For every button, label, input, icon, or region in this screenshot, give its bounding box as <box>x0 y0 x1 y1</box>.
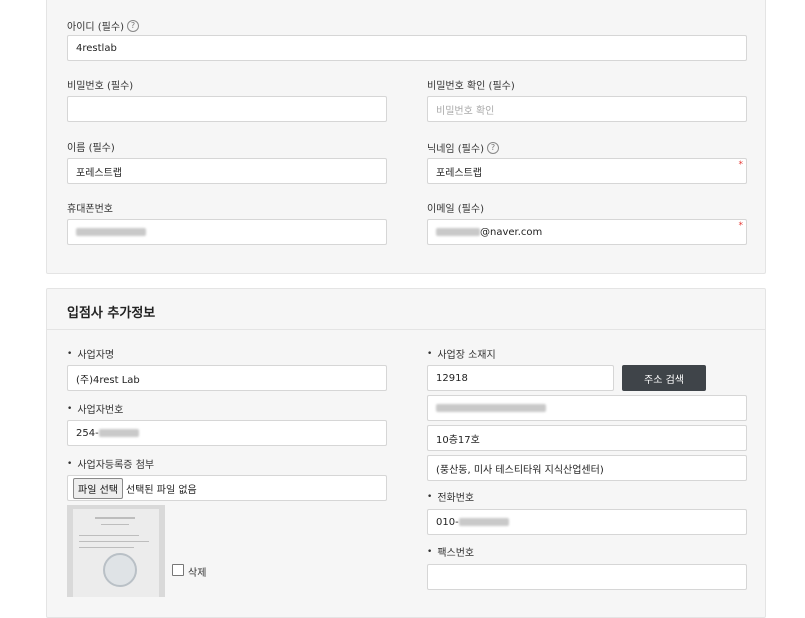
phone-input[interactable] <box>67 219 387 245</box>
phone-label: 휴대폰번호 <box>67 204 113 215</box>
email-redacted-local <box>436 228 480 236</box>
address-search-button[interactable]: 주소 검색 <box>622 365 706 391</box>
tel-prefix: 010- <box>436 516 459 528</box>
account-info-panel: 아이디 (필수) ? 4restlab 비밀번호 (필수) 비밀번호 확인 (필… <box>46 0 766 274</box>
id-help-icon[interactable]: ? <box>126 19 139 32</box>
business-info-panel: 입점사 추가정보 • 사업자명 (주)4rest Lab • 사업자번호 254… <box>46 288 766 618</box>
file-select-button[interactable]: 파일 선택 <box>73 477 123 499</box>
name-input[interactable]: 포레스트랩 <box>67 158 387 184</box>
email-domain: @naver.com <box>480 226 543 238</box>
address-extra-input[interactable]: (풍산동, 미사 테스티타워 지식산업센터) <box>427 455 747 481</box>
password-confirm-input[interactable]: 비밀번호 확인 <box>427 96 747 122</box>
nickname-label-text: 닉네임 (필수) <box>427 144 484 155</box>
tel-label-text: 전화번호 <box>437 493 475 504</box>
id-label-text: 아이디 (필수) <box>67 22 124 33</box>
business-number-prefix: 254- <box>76 427 99 439</box>
business-number-input[interactable]: 254- <box>67 420 387 446</box>
fax-label-text: 팩스번호 <box>437 548 475 559</box>
doc-line <box>79 547 134 548</box>
email-input[interactable]: @naver.com * <box>427 219 747 245</box>
bullet: • <box>67 403 73 414</box>
doc-line <box>95 517 135 519</box>
nickname-label: 닉네임 (필수) ? <box>427 140 499 155</box>
zipcode-value: 12918 <box>436 372 468 384</box>
registration-doc-label: • 사업자등록증 첨부 <box>67 456 155 472</box>
nickname-required-marker: * <box>738 160 744 170</box>
delete-checkbox[interactable] <box>172 564 184 576</box>
id-label: 아이디 (필수) ? <box>67 18 139 33</box>
document-seal <box>103 553 137 587</box>
doc-line <box>101 524 129 525</box>
delete-label: 삭제 <box>188 568 207 579</box>
doc-line <box>79 535 139 536</box>
business-number-redacted <box>98 429 139 437</box>
company-name-label: • 사업자명 <box>67 346 115 362</box>
section-title: 입점사 추가정보 <box>67 306 156 321</box>
address-extra-value: (풍산동, 미사 테스티타워 지식산업센터) <box>436 464 604 476</box>
business-number-label-text: 사업자번호 <box>77 405 124 416</box>
tel-input[interactable]: 010- <box>427 509 747 535</box>
file-upload-field: 파일 선택 선택된 파일 없음 <box>67 475 387 501</box>
address-label-text: 사업장 소재지 <box>437 350 496 361</box>
id-input[interactable]: 4restlab <box>67 35 747 61</box>
email-label: 이메일 (필수) <box>427 204 484 215</box>
name-label: 이름 (필수) <box>67 143 115 154</box>
tel-label: • 전화번호 <box>427 489 475 505</box>
company-name-label-text: 사업자명 <box>77 350 115 361</box>
name-input-value: 포레스트랩 <box>76 167 122 179</box>
nickname-input-value: 포레스트랩 <box>436 167 482 179</box>
document-image <box>73 509 159 597</box>
address-label: • 사업장 소재지 <box>427 346 496 362</box>
bullet: • <box>67 458 73 469</box>
bullet: • <box>427 491 433 502</box>
nickname-input[interactable]: 포레스트랩 * <box>427 158 747 184</box>
company-name-input[interactable]: (주)4rest Lab <box>67 365 387 391</box>
section-divider <box>47 329 765 330</box>
password-label: 비밀번호 (필수) <box>67 81 134 92</box>
email-required-marker: * <box>738 221 744 231</box>
address-detail-value: 10층17호 <box>436 434 480 446</box>
fax-label: • 팩스번호 <box>427 544 475 560</box>
company-name-value: (주)4rest Lab <box>76 374 140 386</box>
bullet: • <box>67 348 73 359</box>
password-confirm-placeholder: 비밀번호 확인 <box>436 105 495 117</box>
id-input-value: 4restlab <box>76 42 117 54</box>
bullet: • <box>427 546 433 557</box>
nickname-help-icon[interactable]: ? <box>486 141 499 154</box>
password-confirm-label: 비밀번호 확인 (필수) <box>427 81 515 92</box>
registration-doc-thumbnail[interactable] <box>67 505 165 597</box>
registration-doc-label-text: 사업자등록증 첨부 <box>77 460 155 471</box>
password-input[interactable] <box>67 96 387 122</box>
doc-line <box>79 541 149 542</box>
address-input[interactable] <box>427 395 747 421</box>
file-status-text: 선택된 파일 없음 <box>125 484 197 496</box>
bullet: • <box>427 348 433 359</box>
zipcode-input[interactable]: 12918 <box>427 365 614 391</box>
tel-redacted <box>458 518 509 526</box>
address-redacted <box>436 404 546 412</box>
fax-input[interactable] <box>427 564 747 590</box>
address-detail-input[interactable]: 10층17호 <box>427 425 747 451</box>
phone-redacted-value <box>76 228 146 236</box>
business-number-label: • 사업자번호 <box>67 401 124 417</box>
